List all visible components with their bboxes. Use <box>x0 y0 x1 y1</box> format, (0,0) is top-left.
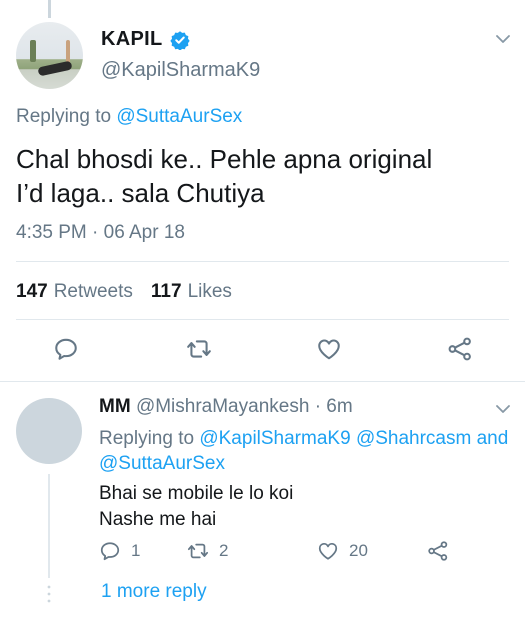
share-icon[interactable] <box>447 336 473 362</box>
retweet-icon[interactable] <box>186 336 212 362</box>
thread-dots-icon <box>47 585 51 603</box>
tweet-text: Chal bhosdi ke.. Pehle apna original I’d… <box>16 144 433 208</box>
verified-badge-icon <box>169 30 190 50</box>
tweet-timestamp[interactable]: 4:35 PM · 06 Apr 18 <box>16 222 185 244</box>
reply-icon <box>100 542 120 561</box>
retweet-icon <box>187 543 209 559</box>
author-row: KAPIL <box>101 28 190 51</box>
reply-author-name[interactable]: MM <box>99 396 131 417</box>
share-button[interactable] <box>427 540 459 562</box>
mention-link[interactable]: @KapilSharmaK9 <box>199 428 350 449</box>
reply-author-handle[interactable]: @MishraMayankesh <box>136 396 309 417</box>
like-button[interactable]: 20 <box>317 540 368 562</box>
like-icon <box>318 542 338 560</box>
reply-text: Bhai se mobile le lo koi Nashe me hai <box>99 483 294 530</box>
author-handle[interactable]: @KapilSharmaK9 <box>101 59 260 82</box>
replying-to: Replying to @SuttaAurSex <box>16 106 243 127</box>
mention-link[interactable]: @Shahrcasm <box>356 428 471 449</box>
thread-line <box>48 474 50 578</box>
retweet-count: 2 <box>219 541 229 560</box>
reply-header: MM @MishraMayankesh · 6m <box>99 396 353 418</box>
reply-count: 1 <box>131 541 141 560</box>
chevron-down-icon[interactable] <box>494 400 512 418</box>
divider <box>16 319 509 320</box>
like-icon[interactable] <box>316 336 342 362</box>
share-icon <box>428 541 448 561</box>
chevron-down-icon[interactable] <box>494 30 512 48</box>
reply-avatar[interactable] <box>16 398 82 464</box>
reply-replying-to: Replying to @KapilSharmaK9 @Shahrcasm an… <box>99 428 509 474</box>
reply-time: · 6m <box>314 396 353 417</box>
reply-button[interactable]: 1 <box>99 540 140 562</box>
retweet-button[interactable]: 2 <box>187 540 228 562</box>
tweet-stats: 147 Retweets 117 Likes <box>16 281 232 303</box>
mention-link[interactable]: @SuttaAurSex <box>99 453 225 474</box>
more-replies-link[interactable]: 1 more reply <box>101 581 207 603</box>
reply-icon[interactable] <box>53 336 79 362</box>
reply-action-bar: 1 2 20 <box>99 540 459 564</box>
likes-stat[interactable]: 117 Likes <box>151 281 232 303</box>
author-name[interactable]: KAPIL <box>101 28 163 51</box>
divider <box>0 381 525 382</box>
like-count: 20 <box>349 541 368 560</box>
divider <box>16 261 509 262</box>
avatar[interactable] <box>16 22 83 89</box>
mention-link[interactable]: @SuttaAurSex <box>116 106 242 127</box>
thread-line <box>48 0 51 18</box>
retweets-stat[interactable]: 147 Retweets <box>16 281 133 303</box>
